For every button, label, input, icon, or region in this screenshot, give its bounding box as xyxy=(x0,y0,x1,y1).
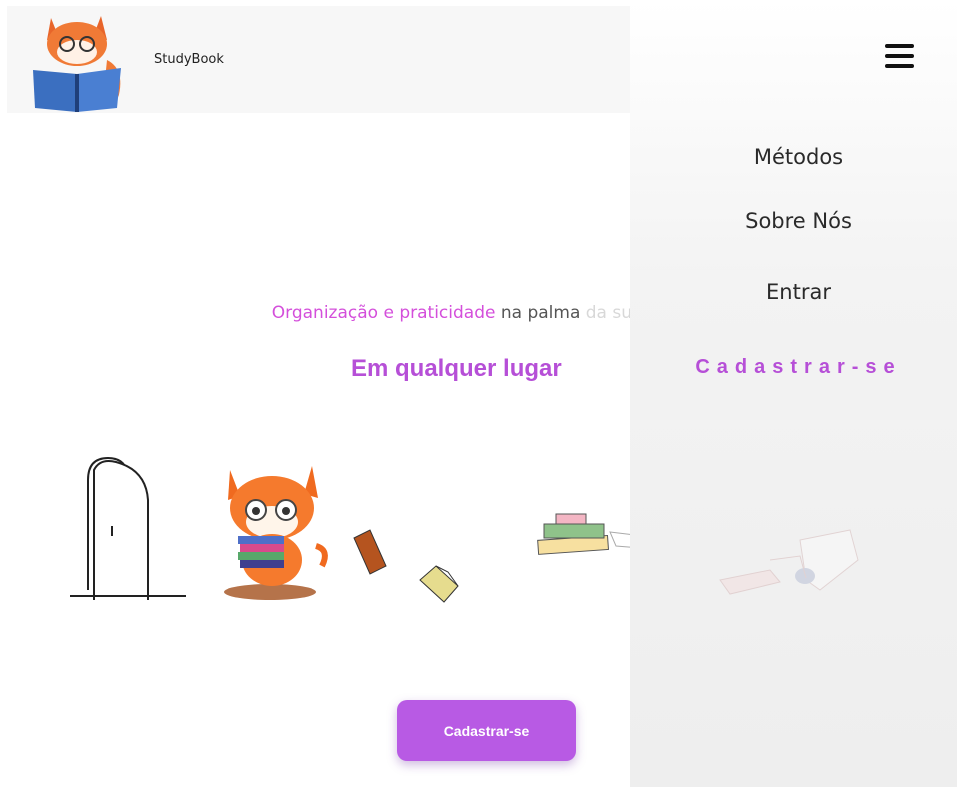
tagline-mid: na palma xyxy=(495,303,586,323)
menu-item-entrar[interactable]: Entrar xyxy=(630,280,957,304)
side-menu-drawer: Métodos Sobre Nós Entrar Cadastrar-se xyxy=(630,0,957,787)
header: StudyBook xyxy=(7,6,630,113)
falling-book-icon xyxy=(353,529,387,575)
hero-subtitle: Em qualquer lugar xyxy=(351,355,562,382)
hamburger-menu-icon[interactable] xyxy=(885,44,917,72)
brand-name: StudyBook xyxy=(154,52,224,67)
menu-item-cadastrar[interactable]: Cadastrar-se xyxy=(630,356,957,379)
fox-mascot-icon xyxy=(224,466,328,600)
door-icon xyxy=(70,456,186,600)
fox-reading-logo[interactable] xyxy=(29,10,129,112)
signup-cta-button[interactable]: Cadastrar-se xyxy=(397,700,576,761)
menu-item-metodos[interactable]: Métodos xyxy=(630,145,957,169)
tagline-accent: Organização e praticidade xyxy=(271,303,496,323)
menu-item-sobre-nos[interactable]: Sobre Nós xyxy=(630,209,957,233)
books-pile-icon xyxy=(719,529,859,595)
open-book-icon xyxy=(419,565,459,603)
